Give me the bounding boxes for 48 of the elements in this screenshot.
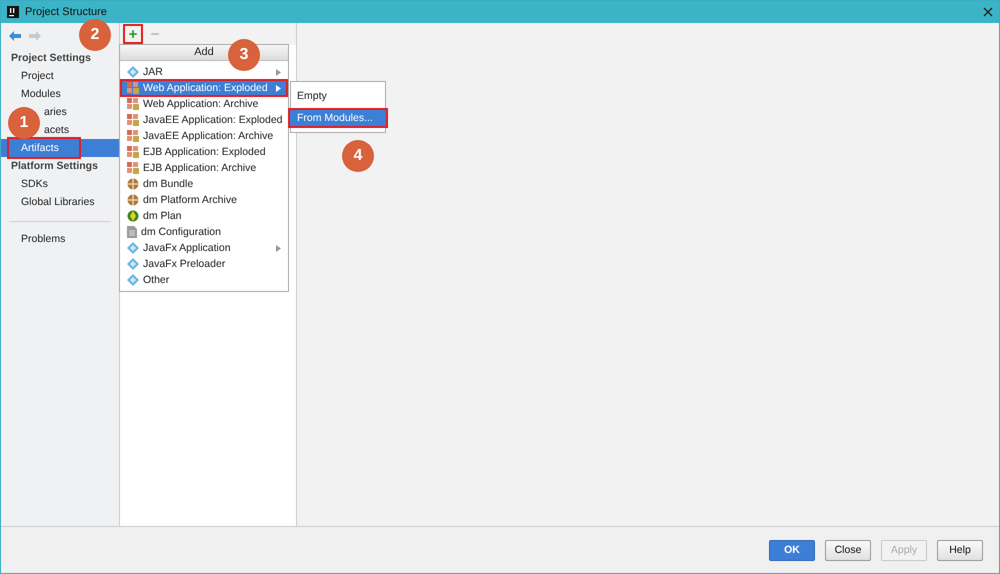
window-title: Project Structure (25, 6, 107, 18)
menu-item[interactable]: From Modules... (289, 109, 387, 127)
plan-icon (127, 210, 139, 222)
bundle-icon (127, 194, 139, 206)
archive-icon (127, 130, 139, 142)
menu-item[interactable]: JavaFx Application (121, 240, 287, 256)
archive-icon (127, 98, 139, 110)
archive-icon (127, 82, 139, 94)
menu-item[interactable]: EJB Application: Archive (121, 160, 287, 176)
archive-icon (127, 162, 139, 174)
dialog-button[interactable]: OK (769, 540, 815, 560)
menu-item[interactable]: JavaEE Application: Exploded (121, 112, 287, 128)
section-header: Platform Settings (10, 159, 99, 174)
archive-icon (127, 114, 139, 126)
menu-item[interactable]: dm Platform Archive (121, 192, 287, 208)
sidebar-item[interactable]: aries (44, 106, 67, 118)
menu-item[interactable]: dm Bundle (121, 176, 287, 192)
menu-item[interactable]: Web Application: Archive (121, 96, 287, 112)
diamond-icon (127, 274, 139, 286)
menu-item[interactable]: Other (121, 272, 287, 288)
menu-item[interactable]: Empty (292, 87, 384, 105)
close-icon[interactable] (983, 7, 993, 17)
submenu-arrow-icon (276, 68, 281, 76)
sidebar-item[interactable]: Global Libraries (21, 196, 95, 208)
archive-icon (127, 146, 139, 158)
sidebar-item[interactable]: acets (44, 124, 70, 136)
menu-item[interactable]: Web Application: Exploded (121, 80, 287, 96)
section-header: Project Settings (10, 51, 92, 66)
sidebar-item[interactable]: Problems (21, 233, 66, 245)
submenu-arrow-icon (276, 244, 281, 252)
diamond-icon (127, 242, 139, 254)
menu-item[interactable]: dm Plan (121, 208, 287, 224)
submenu-arrow-icon (276, 84, 281, 92)
sidebar-item[interactable]: Modules (21, 88, 61, 100)
diamond-icon (127, 66, 139, 78)
app-logo-icon (7, 6, 19, 18)
sidebar-item[interactable]: Project (21, 70, 54, 82)
file-icon (127, 226, 137, 238)
menu-item[interactable]: EJB Application: Exploded (121, 144, 287, 160)
bundle-icon (127, 178, 139, 190)
menu-item[interactable]: JavaEE Application: Archive (121, 128, 287, 144)
dialog-button[interactable]: Help (937, 540, 983, 560)
diamond-icon (127, 258, 139, 270)
menu-item[interactable]: dm Configuration (121, 224, 287, 240)
menu-item[interactable]: JavaFx Preloader (121, 256, 287, 272)
dialog-button[interactable]: Close (825, 540, 871, 560)
back-arrow-icon[interactable] (9, 31, 21, 41)
sidebar-item[interactable]: SDKs (21, 178, 48, 190)
